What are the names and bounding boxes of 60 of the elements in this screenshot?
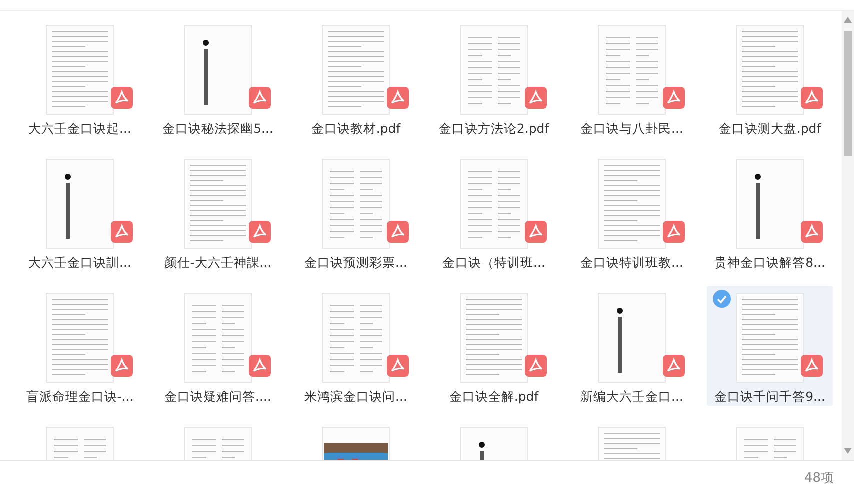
item-count: 48项 [804,470,834,487]
pdf-icon [249,221,271,243]
file-tile[interactable]: 贵神金口诀解答8... [707,152,833,272]
scroll-thumb[interactable] [844,31,852,156]
scroll-up-icon[interactable] [844,17,852,23]
pdf-icon [525,355,547,377]
file-name: 盲派命理金口诀-... [26,389,134,406]
file-tile[interactable]: 新编大六壬金口... [569,286,695,406]
file-tile[interactable]: 盲派命理金口诀-... [17,286,143,406]
file-tile[interactable]: 金口诀疑难问答.... [155,286,281,406]
pdf-icon [111,221,133,243]
file-tile[interactable]: 金口诀千问千答9... [707,286,833,406]
pdf-icon [249,87,271,109]
pdf-icon [663,355,685,377]
file-tile[interactable]: 金口诀测大盘.pdf [707,18,833,138]
pdf-icon [801,221,823,243]
file-tile[interactable]: 金口诀特训班教... [569,152,695,272]
file-name: 金口诀与八卦民... [580,121,684,138]
pdf-icon [249,355,271,377]
scroll-down-icon[interactable] [844,448,852,454]
pdf-icon [387,87,409,109]
check-icon [713,290,731,308]
file-name: 金口诀全解.pdf [449,389,539,406]
file-name: 新编大六壬金口... [580,389,684,406]
pdf-icon [663,221,685,243]
file-tile[interactable]: 大六壬金口诀訓... [17,152,143,272]
file-name: 贵神金口诀解答8... [714,255,826,272]
pdf-icon [525,87,547,109]
pdf-icon [801,87,823,109]
file-name: 颜仕-大六壬神課... [164,255,272,272]
pdf-icon [387,355,409,377]
scrollbar[interactable] [842,11,854,460]
file-name: 金口诀（特训班... [442,255,546,272]
file-name: 米鸿滨金口诀问... [304,389,408,406]
file-name: 金口诀教材.pdf [311,121,401,138]
file-name: 金口诀方法论2.pdf [438,121,550,138]
file-name: 金口诀测大盘.pdf [718,121,822,138]
pdf-icon [663,87,685,109]
file-tile[interactable]: 金口诀秘法探幽5... [155,18,281,138]
file-name: 金口诀疑难问答.... [164,389,272,406]
file-tile[interactable]: 金口诀全解.pdf [431,286,557,406]
pdf-icon [387,221,409,243]
file-name: 金口诀千问千答9... [714,389,826,406]
file-tile[interactable]: 金口诀与八卦民... [569,18,695,138]
file-name: 金口诀秘法探幽5... [162,121,274,138]
file-name: 大六壬金口诀訓... [28,255,132,272]
pdf-icon [111,87,133,109]
pdf-icon [801,355,823,377]
file-tile[interactable]: 金口诀（特训班... [431,152,557,272]
file-tile[interactable]: 颜仕-大六壬神課... [155,152,281,272]
pdf-icon [525,221,547,243]
file-name: 金口诀预测彩票... [304,255,408,272]
file-name: 大六壬金口诀起... [28,121,132,138]
file-name: 金口诀特训班教... [580,255,684,272]
file-tile[interactable]: 米鸿滨金口诀问... [293,286,419,406]
file-tile[interactable]: 金口诀预测彩票... [293,152,419,272]
file-tile[interactable]: 金口诀方法论2.pdf [431,18,557,138]
file-tile[interactable]: 金口诀教材.pdf [293,18,419,138]
pdf-icon [111,355,133,377]
file-tile[interactable]: 大六壬金口诀起... [17,18,143,138]
